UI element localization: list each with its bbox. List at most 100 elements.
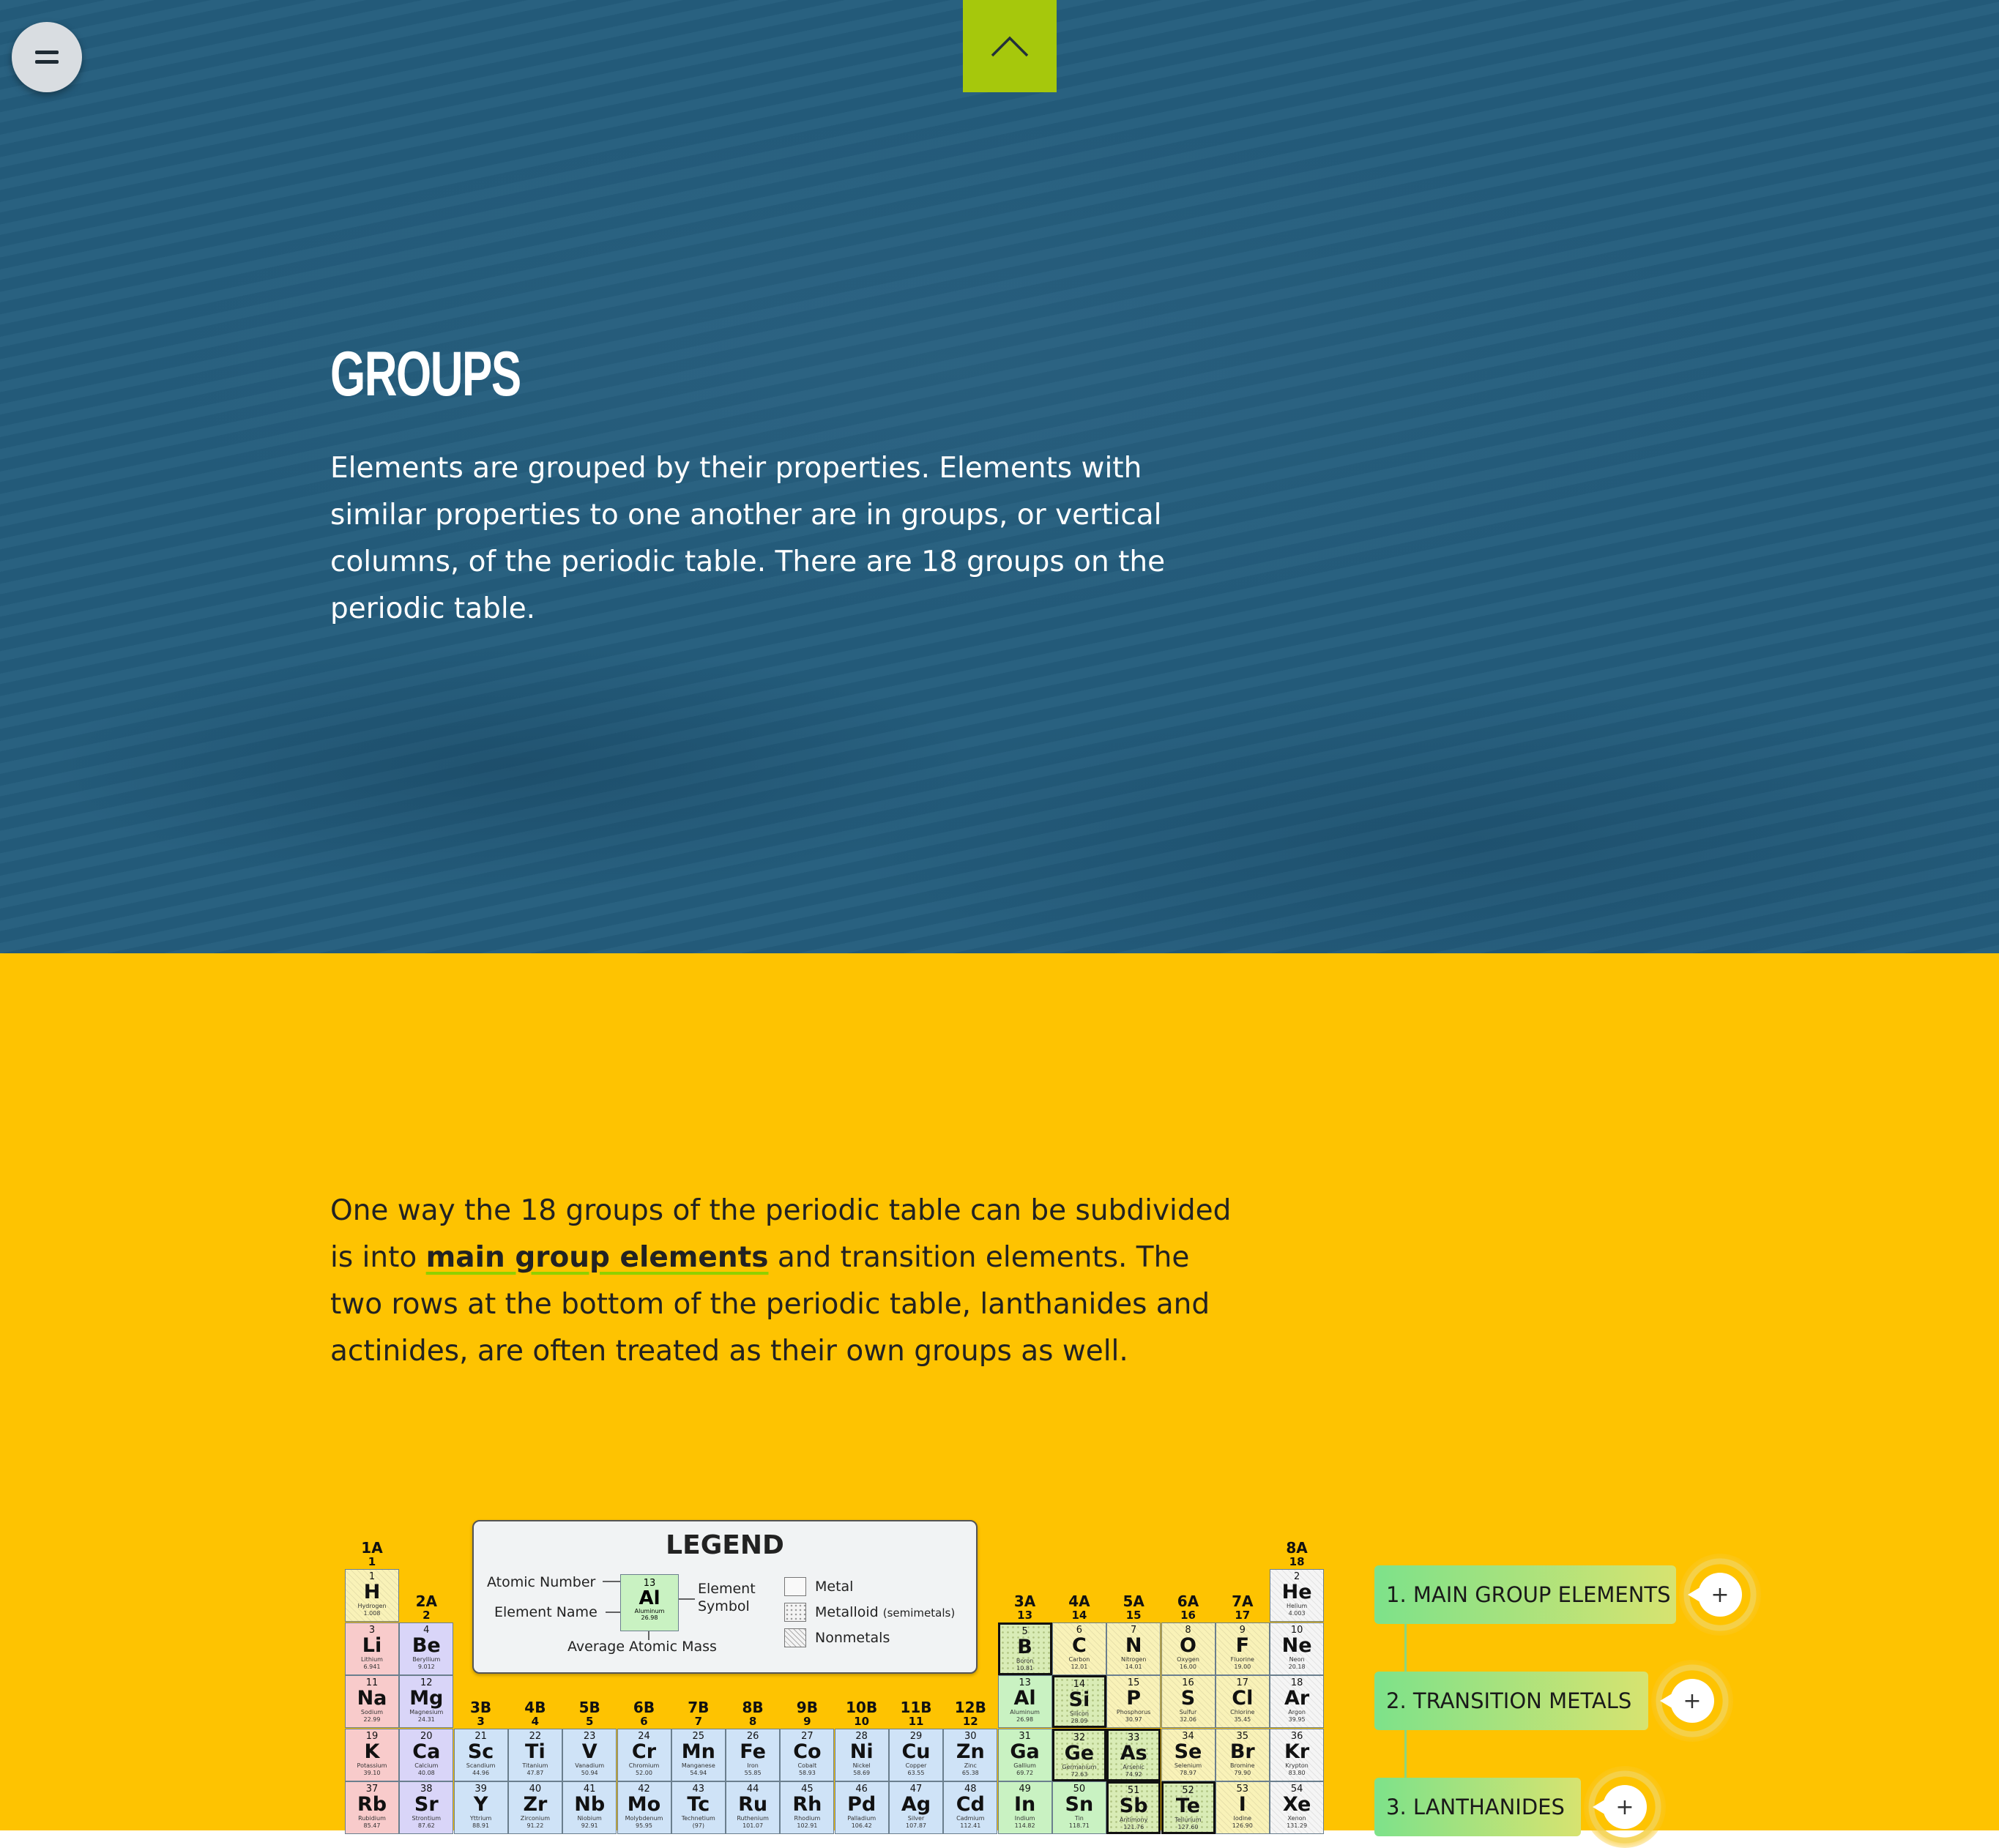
element-name: Indium bbox=[1014, 1815, 1035, 1822]
legend-metalloid-text: Metalloid bbox=[815, 1604, 879, 1620]
group-header-1: 1A 1 bbox=[345, 1540, 399, 1568]
element-name: Sodium bbox=[360, 1709, 384, 1715]
atomic-mass: 35.45 bbox=[1234, 1716, 1251, 1723]
group-header-7: 7B 7 bbox=[671, 1699, 726, 1727]
element-cell-ga: 31 Ga Gallium 69.72 bbox=[997, 1728, 1052, 1781]
atomic-mass: 50.94 bbox=[581, 1769, 598, 1776]
element-name: Tin bbox=[1074, 1815, 1084, 1822]
element-cell-b: 5 B Boron 10.81 bbox=[997, 1622, 1052, 1675]
element-cell-n: 7 N Nitrogen 14.01 bbox=[1106, 1622, 1161, 1675]
legend-connector-lines bbox=[603, 1581, 695, 1640]
element-symbol: Ar bbox=[1284, 1687, 1310, 1710]
atomic-mass: 78.97 bbox=[1180, 1769, 1196, 1776]
element-cell-s: 16 S Sulfur 32.06 bbox=[1161, 1675, 1216, 1728]
group-label-ab: 7B bbox=[688, 1698, 710, 1716]
legend-box: LEGEND Atomic Number Element Name Elemen… bbox=[472, 1520, 978, 1674]
element-cell-be: 4 Be Beryllium 9.012 bbox=[399, 1622, 454, 1675]
element-symbol: Cu bbox=[901, 1740, 931, 1763]
atomic-mass: 83.80 bbox=[1288, 1769, 1306, 1776]
atomic-mass: 52.00 bbox=[636, 1769, 652, 1776]
element-symbol: Br bbox=[1229, 1740, 1255, 1763]
element-symbol: Sn bbox=[1065, 1793, 1094, 1816]
element-cell-mg: 12 Mg Magnesium 24.31 bbox=[399, 1675, 454, 1728]
element-symbol: Ca bbox=[412, 1740, 441, 1763]
element-name: Manganese bbox=[681, 1762, 715, 1769]
group-label-ab: 9B bbox=[796, 1698, 818, 1716]
legend-sample-name: Aluminum bbox=[634, 1608, 665, 1614]
hero-description: Elements are grouped by their properties… bbox=[330, 452, 1166, 625]
category-tab-2[interactable]: 2. TRANSITION METALS bbox=[1374, 1672, 1648, 1730]
element-cell-ne: 10 Ne Neon 20.18 bbox=[1270, 1622, 1325, 1675]
element-name: Aluminum bbox=[1010, 1709, 1040, 1715]
element-cell-nb: 41 Nb Niobium 92.91 bbox=[562, 1781, 617, 1834]
group-header-6: 6B 6 bbox=[617, 1699, 671, 1727]
menu-button[interactable] bbox=[12, 22, 82, 92]
group-label-number: 11 bbox=[908, 1714, 924, 1728]
page-title: GROUPS bbox=[330, 339, 521, 409]
category-tab-3[interactable]: 3. LANTHANIDES bbox=[1374, 1778, 1581, 1836]
element-name: Sulfur bbox=[1179, 1709, 1197, 1715]
element-cell-ru: 44 Ru Ruthenium 101.07 bbox=[726, 1781, 781, 1834]
plus-icon: + bbox=[1593, 1785, 1647, 1829]
element-name: Nitrogen bbox=[1120, 1655, 1147, 1663]
element-symbol: H bbox=[363, 1581, 381, 1603]
element-name: Antimony bbox=[1119, 1817, 1148, 1823]
element-name: Silicon bbox=[1069, 1710, 1089, 1717]
element-name: Carbon bbox=[1068, 1655, 1090, 1663]
legend-metal-label: Metal bbox=[815, 1579, 854, 1595]
atomic-mass: 102.91 bbox=[797, 1822, 818, 1829]
element-name: Zinc bbox=[964, 1762, 977, 1769]
element-cell-cl: 17 Cl Chlorine 35.45 bbox=[1215, 1675, 1270, 1728]
element-name: Iodine bbox=[1233, 1815, 1252, 1822]
element-cell-br: 35 Br Bromine 79.90 bbox=[1215, 1728, 1270, 1781]
category-label: 2. TRANSITION METALS bbox=[1386, 1688, 1632, 1713]
element-name: Helium bbox=[1286, 1603, 1308, 1609]
group-label-number: 15 bbox=[1125, 1608, 1142, 1622]
atomic-mass: 10.81 bbox=[1016, 1664, 1034, 1672]
atomic-mass: 112.41 bbox=[960, 1822, 981, 1829]
expand-button[interactable]: + bbox=[1584, 1766, 1666, 1848]
hero-section: GROUPS Elements are grouped by their pro… bbox=[0, 0, 1999, 953]
category-tab-1[interactable]: 1. MAIN GROUP ELEMENTS bbox=[1374, 1565, 1676, 1624]
element-name: Arsenic bbox=[1123, 1763, 1144, 1770]
element-cell-ge: 32 Ge Germanium 72.63 bbox=[1051, 1728, 1106, 1781]
element-cell-xe: 54 Xe Xenon 131.29 bbox=[1270, 1781, 1325, 1834]
element-symbol: Sb bbox=[1119, 1795, 1148, 1817]
group-label-ab: 4B bbox=[524, 1698, 546, 1716]
element-name: Germanium bbox=[1062, 1763, 1097, 1770]
element-cell-li: 3 Li Lithium 6.941 bbox=[345, 1622, 399, 1675]
element-cell-h: 1 H Hydrogen 1.008 bbox=[345, 1569, 399, 1622]
group-label-ab: 6A bbox=[1177, 1592, 1199, 1610]
main-group-elements-link[interactable]: main group elements bbox=[426, 1241, 769, 1274]
element-symbol: Co bbox=[793, 1740, 822, 1763]
atomic-mass: 58.93 bbox=[798, 1769, 816, 1776]
element-cell-ni: 28 Ni Nickel 58.69 bbox=[834, 1728, 889, 1781]
element-cell-y: 39 Y Yttrium 88.91 bbox=[453, 1781, 508, 1834]
element-cell-te: 52 Te Tellurium 127.60 bbox=[1161, 1781, 1216, 1834]
atomic-mass: 47.87 bbox=[526, 1769, 544, 1776]
group-header-2: 2A 2 bbox=[399, 1593, 453, 1621]
element-name: Calcium bbox=[414, 1762, 439, 1769]
group-header-8: 8B 8 bbox=[726, 1699, 780, 1727]
group-label-number: 5 bbox=[585, 1714, 594, 1728]
expand-button[interactable]: + bbox=[1651, 1660, 1733, 1742]
element-name: Iron bbox=[747, 1762, 759, 1769]
element-cell-se: 34 Se Selenium 78.97 bbox=[1161, 1728, 1216, 1781]
atomic-mass: 40.08 bbox=[417, 1769, 435, 1776]
legend-nonmetal-swatch bbox=[784, 1628, 806, 1647]
group-label-ab: 3B bbox=[470, 1698, 492, 1716]
group-label-ab: 2A bbox=[415, 1592, 437, 1610]
group-label-number: 2 bbox=[422, 1608, 431, 1622]
element-cell-he: 2 He Helium 4.003 bbox=[1270, 1569, 1325, 1622]
element-name: Gallium bbox=[1013, 1762, 1036, 1769]
element-name: Chromium bbox=[628, 1762, 660, 1769]
element-cell-zn: 30 Zn Zinc 65.38 bbox=[943, 1728, 998, 1781]
scroll-top-button[interactable] bbox=[963, 0, 1057, 92]
expand-button[interactable]: + bbox=[1679, 1554, 1761, 1636]
atomic-mass: 19.00 bbox=[1234, 1663, 1251, 1670]
element-name: Krypton bbox=[1285, 1762, 1309, 1769]
element-name: Cadmium bbox=[956, 1815, 985, 1822]
element-symbol: Rb bbox=[357, 1793, 387, 1816]
element-name: Bromine bbox=[1230, 1762, 1255, 1769]
element-cell-k: 19 K Potassium 39.10 bbox=[345, 1728, 399, 1781]
